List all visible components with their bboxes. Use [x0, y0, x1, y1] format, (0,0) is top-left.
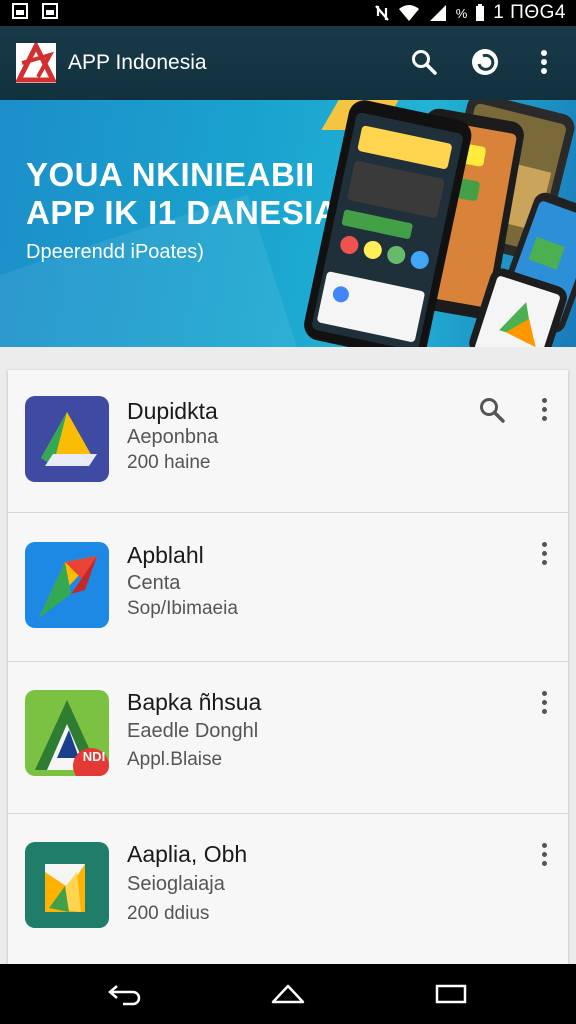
overflow-menu-button[interactable] [528, 46, 560, 78]
app-title: APP Indonesia [68, 51, 207, 74]
image-notification-icon [12, 3, 28, 19]
app-badge: NDI [82, 749, 106, 764]
app-list: Dupidkta Aeponbna 200 haine Apblahl Cent… [8, 370, 568, 964]
app-icon [25, 396, 109, 482]
app-publisher: Centa [127, 572, 181, 594]
app-publisher: Aeponbna [127, 426, 219, 448]
signal-icon [429, 5, 446, 21]
status-bar: % 1 ΠΘG4 [0, 0, 576, 26]
app-logo [14, 40, 58, 83]
app-meta: 200 ddius [127, 903, 210, 924]
home-button[interactable] [268, 978, 308, 1010]
wifi-icon [398, 5, 419, 21]
refresh-icon [472, 49, 498, 75]
logo-icon [14, 40, 58, 83]
list-item[interactable]: Dupidkta Aeponbna 200 haine [8, 370, 568, 513]
app-name: Apblahl [127, 542, 204, 568]
folder-style-icon [45, 864, 85, 912]
app-icon [25, 542, 109, 628]
refresh-button[interactable] [469, 46, 501, 78]
recents-icon [435, 984, 467, 1004]
back-button[interactable] [105, 978, 145, 1010]
app-publisher: Eaedle Donghl [127, 720, 259, 742]
app-meta: Sop/Ibimaeia [127, 598, 238, 619]
drive-style-icon [41, 412, 97, 466]
more-vert-icon[interactable] [534, 839, 554, 869]
app-meta: 200 haine [127, 452, 211, 473]
image-notification-icon-2 [42, 3, 58, 19]
hero-banner[interactable]: YOUA NKINIEABII APP IK I1 DANESIA Dpeere… [0, 100, 576, 347]
battery-icon [476, 4, 485, 21]
app-icon [25, 842, 109, 928]
app-name: Bapka ñhsua [127, 689, 262, 715]
app-meta: Appl.Blaise [127, 749, 223, 770]
more-vert-icon[interactable] [534, 394, 554, 424]
search-icon [412, 50, 437, 75]
nfc-icon [374, 5, 389, 21]
list-item[interactable]: NDI Bapka ñhsua Eaedle Donghl Appl.Blais… [8, 661, 568, 814]
recents-button[interactable] [431, 978, 471, 1010]
more-vert-icon [541, 50, 547, 74]
search-icon [480, 398, 505, 423]
list-item[interactable]: Aaplia, Obh Seioglaiaja 200 ddius [8, 813, 568, 964]
home-icon [271, 984, 305, 1004]
back-icon [108, 985, 141, 1006]
list-item[interactable]: Apblahl Centa Sop/Ibimaeia [8, 512, 568, 662]
system-nav-bar [0, 964, 576, 1024]
app-bar: APP Indonesia [0, 26, 576, 100]
hero-subtitle: Dpeerendd iPoates) [26, 241, 204, 263]
status-time: 1 ΠΘG4 [493, 2, 566, 23]
phones-illustration [304, 100, 576, 347]
search-button[interactable] [408, 46, 440, 78]
battery-percent: % [455, 5, 468, 21]
more-vert-icon[interactable] [534, 538, 554, 568]
app-name: Dupidkta [127, 398, 218, 424]
app-publisher: Seioglaiaja [127, 873, 225, 895]
app-name: Aaplia, Obh [127, 841, 248, 867]
play-style-icon [39, 556, 97, 618]
more-vert-icon[interactable] [534, 687, 554, 717]
row-search-button[interactable] [478, 396, 508, 426]
